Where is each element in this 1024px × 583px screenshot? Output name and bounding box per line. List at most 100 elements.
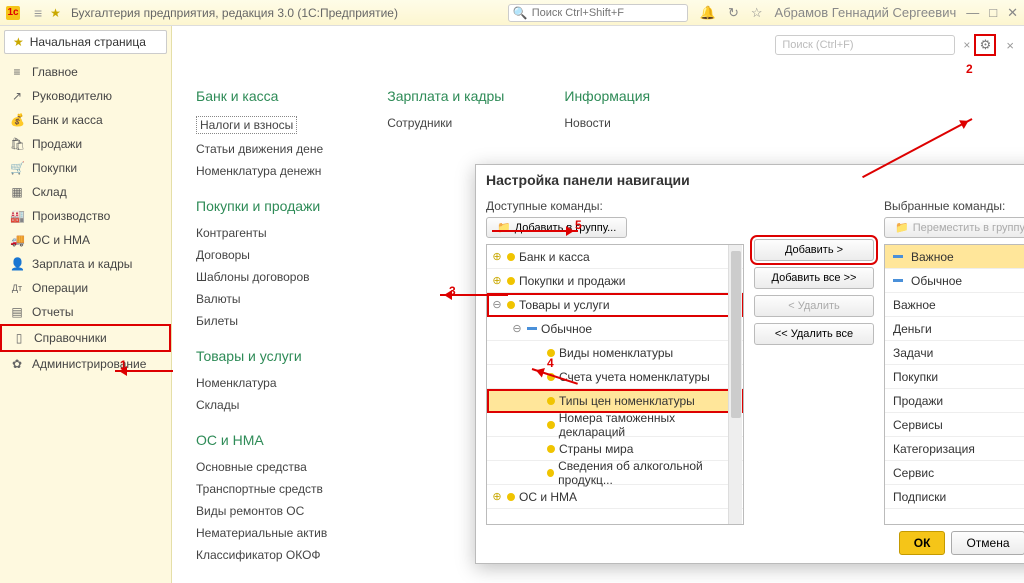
sidebar-item-reports[interactable]: ▤Отчеты xyxy=(0,300,171,324)
tree-row[interactable]: ⊖Товары и услуги xyxy=(487,293,743,317)
user-name[interactable]: Абрамов Геннадий Сергеевич xyxy=(775,5,957,20)
list-item[interactable]: Подписки xyxy=(885,485,1024,509)
tree-row[interactable]: ⊖Обычное xyxy=(487,317,743,341)
tree-row[interactable]: Сведения об алкогольной продукц... xyxy=(487,461,743,485)
sidebar-item-bank[interactable]: 💰Банк и касса xyxy=(0,108,171,132)
ref-link[interactable]: Номенклатура xyxy=(196,374,327,392)
list-item[interactable]: Важное xyxy=(885,245,1024,269)
close-panel-icon[interactable]: × xyxy=(1006,38,1014,53)
tree-row[interactable]: Страны мира xyxy=(487,437,743,461)
item-label: Покупки xyxy=(893,370,938,384)
ref-link[interactable]: Налоги и взносы xyxy=(196,114,327,136)
list-item[interactable]: Сервисы xyxy=(885,413,1024,437)
available-tree[interactable]: ⊕Банк и касса ⊕Покупки и продажи ⊖Товары… xyxy=(486,244,744,525)
collapse-icon[interactable]: ⊖ xyxy=(491,298,503,311)
ref-link[interactable]: Виды ремонтов ОС xyxy=(196,502,327,520)
expand-icon[interactable]: ⊕ xyxy=(491,490,503,503)
ref-link[interactable]: Основные средства xyxy=(196,458,327,476)
remove-all-button[interactable]: << Удалить все xyxy=(754,323,874,345)
available-pane: Доступные команды: 📁Добавить в группу...… xyxy=(486,199,744,525)
start-page-button[interactable]: ★ Начальная страница xyxy=(4,30,167,54)
minimize-icon[interactable]: — xyxy=(966,5,979,21)
person-icon: 👤 xyxy=(10,257,24,271)
tree-row[interactable]: Номера таможенных деклараций xyxy=(487,413,743,437)
bag-icon: 🛍 xyxy=(10,137,24,151)
titlebar: 1c ≡ ★ Бухгалтерия предприятия, редакция… xyxy=(0,0,1024,26)
global-search[interactable]: 🔍 xyxy=(508,4,688,22)
ref-link[interactable]: Классификатор ОКОФ xyxy=(196,546,327,564)
sidebar-item-manager[interactable]: ↗Руководителю xyxy=(0,84,171,108)
remove-button[interactable]: < Удалить xyxy=(754,295,874,317)
ref-search[interactable]: Поиск (Ctrl+F) xyxy=(775,35,955,55)
ref-link[interactable]: Контрагенты xyxy=(196,224,327,242)
ok-button[interactable]: ОК xyxy=(899,531,946,555)
chosen-list[interactable]: Важное Обычное Важное Деньги Задачи Поку… xyxy=(884,244,1024,525)
sidebar-item-purchases[interactable]: 🛒Покупки xyxy=(0,156,171,180)
section-header: Информация xyxy=(564,88,650,104)
ref-link[interactable]: Валюты xyxy=(196,290,327,308)
ref-link[interactable]: Нематериальные актив xyxy=(196,524,327,542)
node-icon xyxy=(507,301,515,309)
list-item[interactable]: Категоризация xyxy=(885,437,1024,461)
list-item[interactable]: Деньги xyxy=(885,317,1024,341)
annot-arrow xyxy=(115,370,173,372)
tree-row-selected[interactable]: Типы цен номенклатуры xyxy=(487,389,743,413)
settings-button[interactable]: ⚙ xyxy=(974,34,996,56)
ref-link[interactable]: Билеты xyxy=(196,312,327,330)
add-to-group-button[interactable]: 📁Добавить в группу... xyxy=(486,217,627,238)
menu-icon[interactable]: ≡ xyxy=(34,5,42,21)
ref-link[interactable]: Шаблоны договоров xyxy=(196,268,327,286)
expand-icon[interactable]: ⊕ xyxy=(491,274,503,287)
sidebar-item-label: Зарплата и кадры xyxy=(32,257,132,271)
ref-link[interactable]: Статьи движения дене xyxy=(196,140,327,158)
sidebar-item-sales[interactable]: 🛍Продажи xyxy=(0,132,171,156)
tree-row[interactable]: ⊕Покупки и продажи xyxy=(487,269,743,293)
ref-link[interactable]: Транспортные средств xyxy=(196,480,327,498)
list-item[interactable]: Покупки xyxy=(885,365,1024,389)
ref-link[interactable]: Сотрудники xyxy=(387,114,504,132)
sidebar-item-warehouse[interactable]: ▦Склад xyxy=(0,180,171,204)
sidebar-item-main[interactable]: ≡Главное xyxy=(0,60,171,84)
sidebar-item-references[interactable]: ▯Справочники xyxy=(0,324,171,352)
tree-row[interactable]: ⊕Банк и касса xyxy=(487,245,743,269)
list-item[interactable]: Важное xyxy=(885,293,1024,317)
clear-icon[interactable]: × xyxy=(963,38,970,52)
history-icon[interactable]: ↻ xyxy=(728,5,739,21)
expand-icon[interactable]: ⊕ xyxy=(491,250,503,263)
ref-link[interactable]: Договоры xyxy=(196,246,327,264)
move-to-group-button[interactable]: 📁Переместить в группу... xyxy=(884,217,1024,238)
tree-row[interactable]: Виды номенклатуры xyxy=(487,341,743,365)
list-item[interactable]: Обычное xyxy=(885,269,1024,293)
scroll-thumb[interactable] xyxy=(731,251,741,418)
sidebar-item-ops[interactable]: ДтОперации xyxy=(0,276,171,300)
list-item[interactable]: Задачи xyxy=(885,341,1024,365)
global-search-input[interactable] xyxy=(532,7,683,19)
section-header: Банк и касса xyxy=(196,88,327,104)
chosen-pane: Выбранные команды: 📁Переместить в группу… xyxy=(884,199,1024,525)
add-all-button[interactable]: Добавить все >> xyxy=(754,267,874,289)
ref-link[interactable]: Склады xyxy=(196,396,327,414)
node-label: Сведения об алкогольной продукц... xyxy=(558,459,739,487)
section-header: Товары и услуги xyxy=(196,348,327,364)
scrollbar[interactable] xyxy=(728,245,742,524)
main-area: Поиск (Ctrl+F) × ⚙ × Банк и касса Налоги… xyxy=(172,26,1024,583)
list-item[interactable]: Продажи xyxy=(885,389,1024,413)
close-icon[interactable]: ✕ xyxy=(1007,5,1018,21)
ref-link[interactable]: Новости xyxy=(564,114,650,132)
collapse-icon[interactable]: ⊖ xyxy=(511,322,523,335)
sidebar-item-assets[interactable]: 🚚ОС и НМА xyxy=(0,228,171,252)
tree-row[interactable]: Счета учета номенклатуры xyxy=(487,365,743,389)
star-icon[interactable]: ★ xyxy=(50,6,61,20)
annot-arrow xyxy=(492,230,578,232)
bell-icon[interactable]: 🔔 xyxy=(700,5,716,21)
tree-row[interactable]: ⊕ОС и НМА xyxy=(487,485,743,509)
cancel-button[interactable]: Отмена xyxy=(951,531,1024,555)
ref-link[interactable]: Номенклатура денежн xyxy=(196,162,327,180)
star-fav-icon[interactable]: ☆ xyxy=(751,5,763,21)
sidebar-item-admin[interactable]: ✿Администрирование xyxy=(0,352,171,376)
list-item[interactable]: Сервис xyxy=(885,461,1024,485)
maximize-icon[interactable]: □ xyxy=(989,5,997,21)
sidebar-item-production[interactable]: 🏭Производство xyxy=(0,204,171,228)
sidebar-item-hr[interactable]: 👤 Зарплата и кадры xyxy=(0,252,171,276)
add-button[interactable]: Добавить > xyxy=(754,239,874,261)
